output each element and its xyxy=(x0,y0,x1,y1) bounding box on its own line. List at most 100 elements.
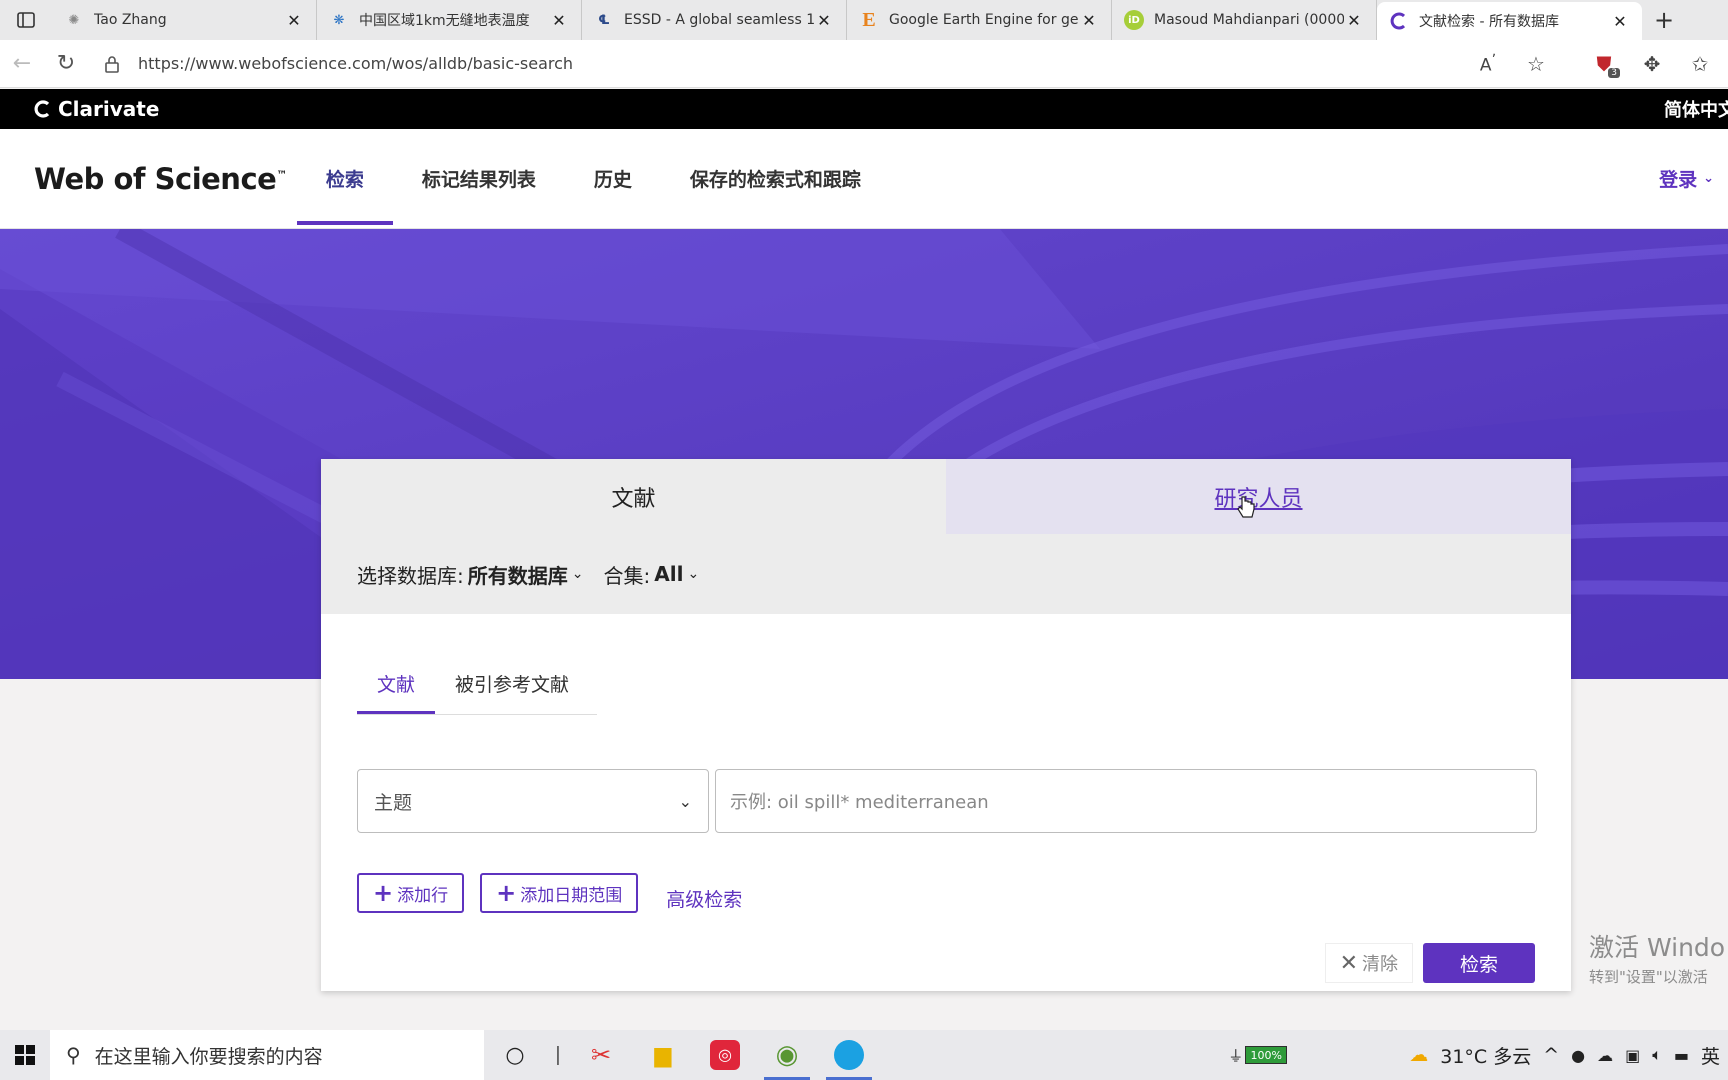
login-label: 登录 xyxy=(1659,169,1698,191)
read-aloud-button[interactable]: Aʼ xyxy=(1466,44,1510,84)
database-value: 所有数据库 xyxy=(467,563,568,588)
nav-saved-searches[interactable]: 保存的检索式和跟踪 xyxy=(661,129,890,228)
edge-icon xyxy=(834,1040,864,1070)
search-card: 文献 研究人员 选择数据库: 所有数据库 ⌄ 合集: All ⌄ 文献 被引参考… xyxy=(321,459,1571,991)
clear-button[interactable]: ✕ 清除 xyxy=(1324,943,1413,983)
browser-tab[interactable]: ✺ Tao Zhang ✕ xyxy=(52,0,317,40)
system-tray: ⏚ 100% ☁ 31°C 多云 ^ ● ☁ ▣ 🔈︎ ▬ 英 xyxy=(1228,1042,1728,1069)
extension-badge: 3 xyxy=(1608,67,1620,78)
search-icon: ⚲ xyxy=(66,1043,81,1067)
subtab-documents[interactable]: 文献 xyxy=(357,670,436,714)
hand-cursor-icon xyxy=(1237,496,1255,518)
close-icon[interactable]: ✕ xyxy=(1610,12,1630,31)
close-icon[interactable]: ✕ xyxy=(814,11,834,30)
close-icon[interactable]: ✕ xyxy=(284,11,304,30)
task-view-button[interactable]: │ xyxy=(546,1030,570,1080)
tab-actions-button[interactable] xyxy=(0,0,52,40)
tab-researchers-label: 研究人员 xyxy=(1214,486,1303,512)
weather-text[interactable]: 31°C 多云 xyxy=(1440,1042,1531,1069)
browser-tab[interactable]: iD Masoud Mahdianpari (0000 ✕ xyxy=(1112,0,1377,40)
clarivate-logo[interactable]: Clarivate xyxy=(34,97,159,121)
taskbar-search[interactable]: ⚲ 在这里输入你要搜索的内容 xyxy=(50,1030,484,1080)
reload-button[interactable]: ↻ xyxy=(44,44,88,84)
browser-tab[interactable]: ❋ 中国区域1km无缝地表温度 ✕ xyxy=(317,0,582,40)
browser-tab-active[interactable]: 文献检索 - 所有数据库 ✕ xyxy=(1377,2,1642,40)
taskbar-app[interactable]: ▆ xyxy=(632,1030,694,1080)
taskbar-app[interactable]: ◉ xyxy=(756,1030,818,1080)
add-row-label: 添加行 xyxy=(397,885,449,906)
close-icon[interactable]: ✕ xyxy=(549,11,569,30)
wos-logo[interactable]: Web of Science™ xyxy=(34,162,287,196)
nav-marked-list[interactable]: 标记结果列表 xyxy=(393,129,565,228)
taskbar-search-placeholder: 在这里输入你要搜索的内容 xyxy=(94,1045,323,1068)
taskbar-app-edge[interactable] xyxy=(818,1030,880,1080)
tab-researchers[interactable]: 研究人员 xyxy=(946,459,1571,534)
puzzle-icon: ✥ xyxy=(1643,51,1661,76)
tab-title: ESSD - A global seamless 1 xyxy=(624,12,814,28)
cloud-sync-icon[interactable]: ☁ xyxy=(1597,1046,1613,1065)
taskbar-app[interactable]: ✂ xyxy=(570,1030,632,1080)
music-app-icon: ◎ xyxy=(710,1040,740,1070)
cortana-button[interactable]: ○ xyxy=(484,1030,546,1080)
nav-search[interactable]: 检索 xyxy=(296,129,393,228)
tab-title: Google Earth Engine for ge xyxy=(889,12,1079,28)
add-row-button[interactable]: + 添加行 xyxy=(357,873,465,913)
data-site-icon: ❋ xyxy=(333,12,345,28)
battery-level: 100% xyxy=(1245,1046,1288,1064)
volume-icon[interactable]: 🔈︎ xyxy=(1652,1045,1662,1065)
url-field[interactable]: https://www.webofscience.com/wos/alldb/b… xyxy=(100,46,1466,82)
plus-icon: + xyxy=(496,879,517,907)
back-button[interactable]: ← xyxy=(0,44,44,84)
read-aloud-icon: Aʼ xyxy=(1479,51,1497,76)
collection-selector[interactable]: 合集: All ⌄ xyxy=(603,560,699,589)
clear-label: 清除 xyxy=(1362,954,1398,975)
ime-indicator[interactable]: 英 xyxy=(1701,1042,1720,1069)
elsevier-e-icon: E xyxy=(862,8,876,31)
subtab-cited-references[interactable]: 被引参考文献 xyxy=(435,670,589,714)
nav-history[interactable]: 历史 xyxy=(565,129,661,228)
search-field-select[interactable]: 主题 ⌄ xyxy=(357,769,709,833)
wos-logo-text: Web of Science xyxy=(34,161,277,196)
battery-indicator[interactable]: ⏚ 100% xyxy=(1228,1045,1288,1066)
search-input-placeholder: 示例: oil spill* mediterranean xyxy=(730,792,989,813)
search-input[interactable]: 示例: oil spill* mediterranean xyxy=(715,769,1537,833)
windows-taskbar: ⚲ 在这里输入你要搜索的内容 ○ │ ✂ ▆ ◎ ◉ ⏚ 100% ☁ 31°C… xyxy=(0,1030,1728,1080)
start-button[interactable] xyxy=(0,1030,50,1080)
favorite-add-button[interactable]: ☆ xyxy=(1514,44,1558,84)
clarivate-mark-icon xyxy=(34,100,50,118)
browser-tab[interactable]: ℄ ESSD - A global seamless 1 ✕ xyxy=(582,0,847,40)
close-icon[interactable]: ✕ xyxy=(1344,11,1364,30)
address-bar: ← ↻ https://www.webofscience.com/wos/all… xyxy=(0,40,1728,88)
add-date-range-label: 添加日期范围 xyxy=(520,885,623,906)
windows-logo-icon xyxy=(15,1045,35,1065)
folder-icon: ▆ xyxy=(654,1042,672,1068)
network-icon[interactable]: ▣ xyxy=(1625,1046,1640,1065)
chevron-down-icon: ⌄ xyxy=(571,566,584,582)
clarivate-icon xyxy=(1389,11,1409,31)
taskbar-app[interactable]: ◎ xyxy=(694,1030,756,1080)
tab-title: Masoud Mahdianpari (0000 xyxy=(1154,12,1344,28)
browser-tab[interactable]: E Google Earth Engine for ge ✕ xyxy=(847,0,1112,40)
chevron-down-icon: ⌄ xyxy=(1703,171,1714,186)
search-actions-row: + 添加行 + 添加日期范围 高级检索 ✕ 清除 检索 xyxy=(357,871,1571,983)
tab-documents[interactable]: 文献 xyxy=(321,459,946,534)
login-button[interactable]: 登录 ⌄ xyxy=(1659,165,1714,192)
search-button[interactable]: 检索 xyxy=(1423,943,1535,983)
extension-button[interactable]: ⛊ 3 xyxy=(1582,44,1626,84)
advanced-search-link[interactable]: 高级检索 xyxy=(666,885,742,912)
language-selector[interactable]: 简体中文 xyxy=(1664,96,1728,122)
favorites-button[interactable]: ✩ xyxy=(1678,44,1722,84)
submit-buttons: ✕ 清除 检索 xyxy=(1324,943,1535,983)
add-date-range-button[interactable]: + 添加日期范围 xyxy=(480,873,639,913)
qq-icon[interactable]: ● xyxy=(1571,1046,1585,1065)
extensions-menu-button[interactable]: ✥ xyxy=(1630,44,1674,84)
close-icon[interactable]: ✕ xyxy=(1079,11,1099,30)
database-selector[interactable]: 选择数据库: 所有数据库 ⌄ xyxy=(357,560,583,589)
new-tab-button[interactable]: + xyxy=(1642,0,1686,40)
main-nav: 检索 标记结果列表 历史 保存的检索式和跟踪 xyxy=(296,129,890,228)
chevron-down-icon: ⌄ xyxy=(678,791,692,811)
chevron-up-icon[interactable]: ^ xyxy=(1543,1044,1559,1066)
snip-tool-icon: ✂ xyxy=(590,1041,612,1069)
battery-tray-icon[interactable]: ▬ xyxy=(1674,1046,1689,1065)
plus-icon: + xyxy=(373,879,394,907)
